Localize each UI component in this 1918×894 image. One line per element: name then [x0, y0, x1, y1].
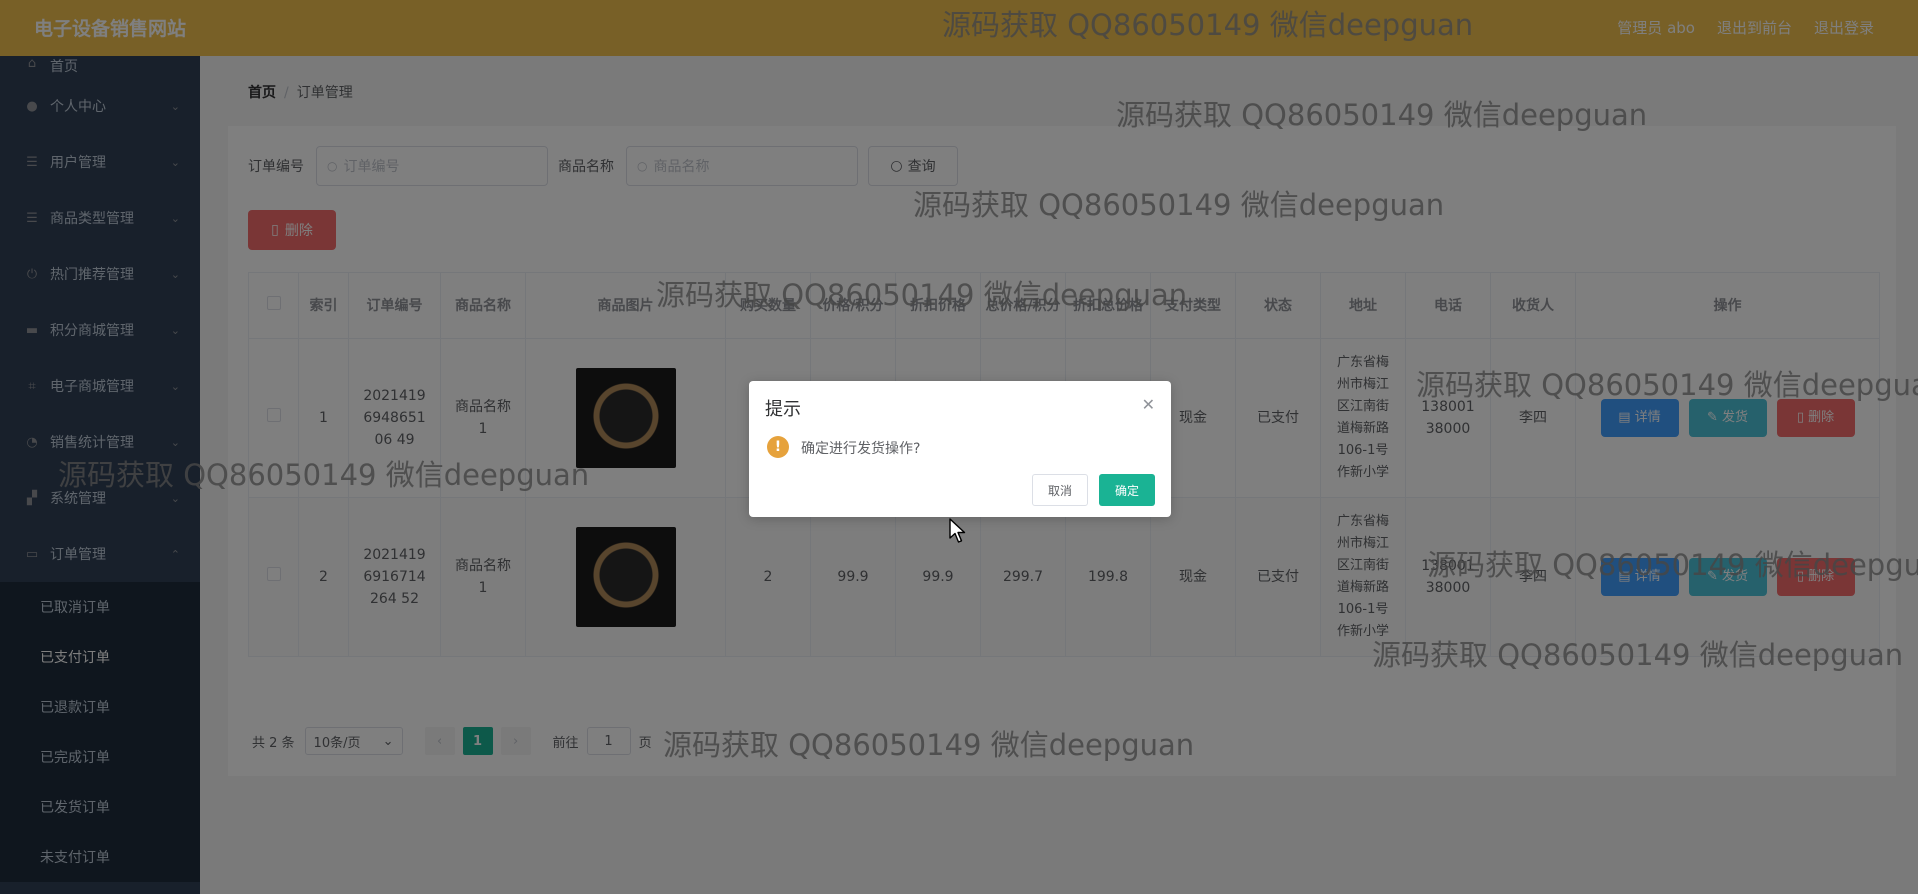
close-icon[interactable]: ✕ — [1142, 395, 1155, 414]
mouse-cursor-icon — [949, 518, 966, 543]
confirm-button[interactable]: 确定 — [1099, 474, 1155, 506]
cancel-button[interactable]: 取消 — [1032, 474, 1088, 506]
warning-icon: ! — [767, 436, 789, 458]
dialog-message: 确定进行发货操作? — [801, 441, 921, 457]
confirm-dialog: 提示 ✕ ! 确定进行发货操作? 取消 确定 — [749, 381, 1171, 517]
dialog-title: 提示 — [765, 399, 801, 420]
